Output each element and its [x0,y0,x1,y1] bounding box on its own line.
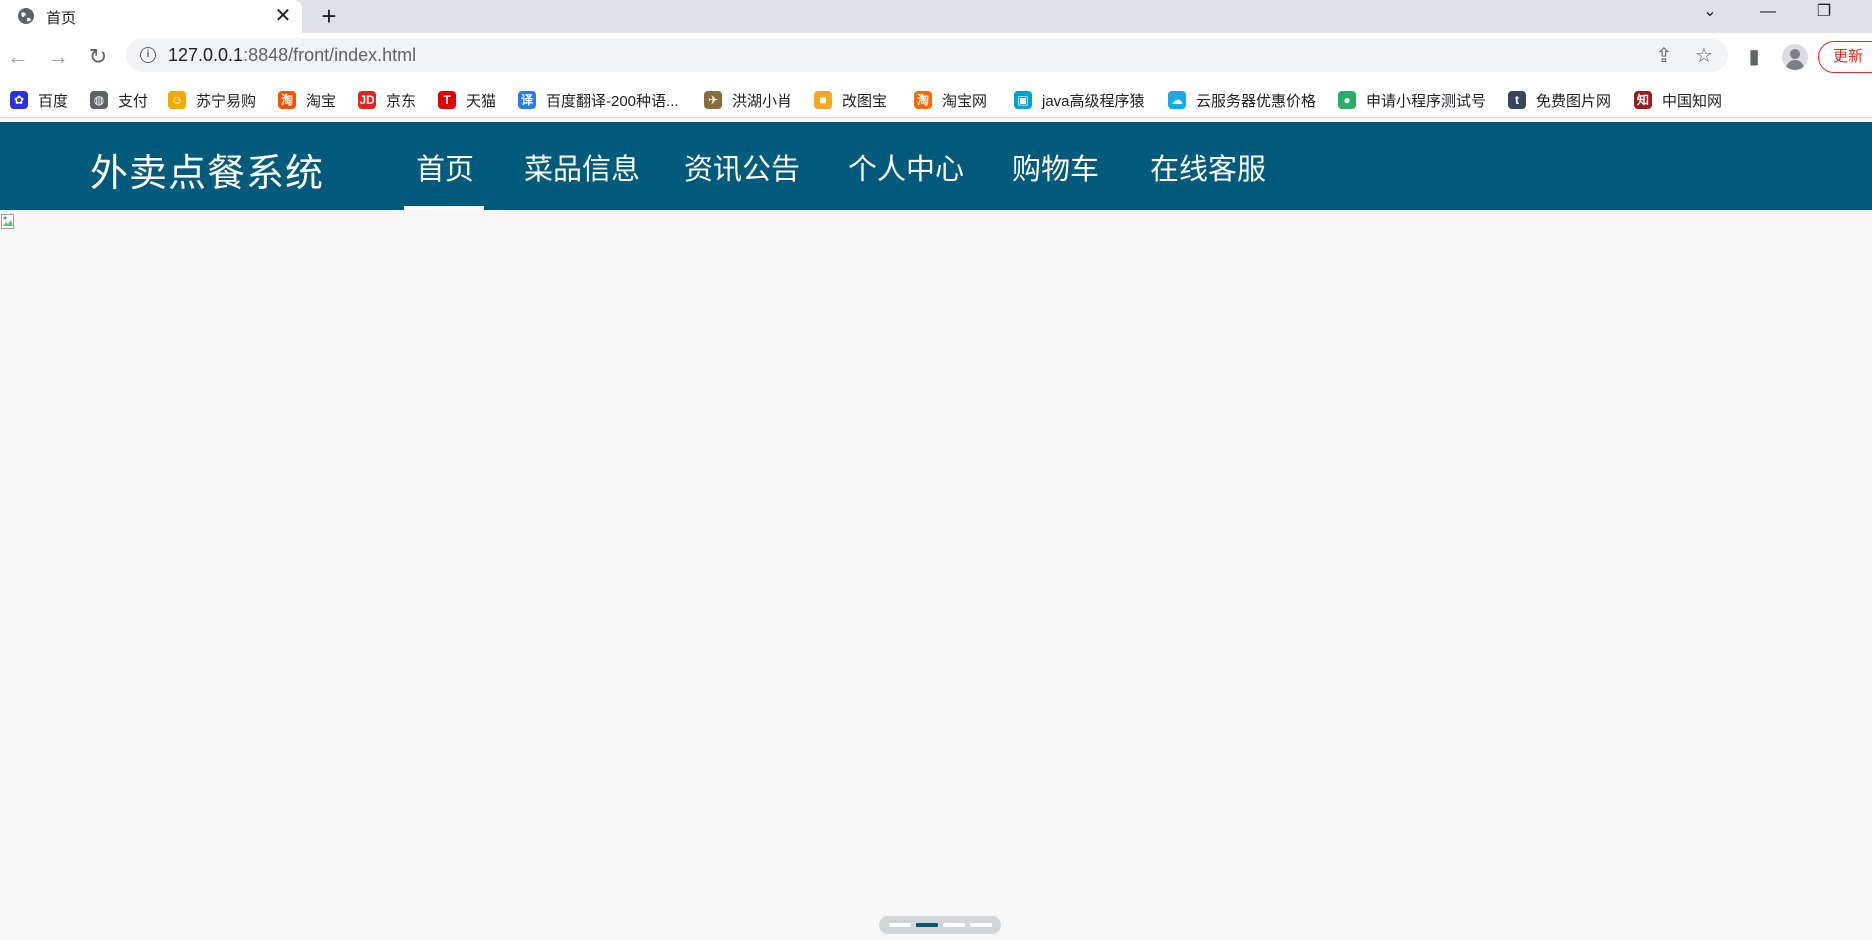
bookmark-item[interactable]: 知中国知网 [1634,89,1722,111]
minimize-icon[interactable]: — [1748,0,1788,26]
bilibili-icon: ▣ [1014,91,1032,109]
nav-item-profile[interactable]: 个人中心 [848,146,964,188]
tmall-icon: T [438,91,456,109]
site-title: 外卖点餐系统 [90,153,325,195]
nav-active-indicator [404,206,484,210]
tab-search-icon[interactable]: ⌄ [1690,0,1730,26]
translate-icon: 译 [518,91,536,109]
carousel-dot[interactable] [888,923,911,927]
cloud-icon: ☁ [1168,91,1186,109]
side-panel-icon[interactable]: ▮ [1740,43,1768,71]
taobao-icon: 淘 [278,91,296,109]
bookmark-label: 支付 [118,92,149,110]
bookmark-label: 淘宝 [306,92,337,110]
broken-image-icon [1,214,14,229]
bookmark-label: 京东 [386,92,417,110]
carousel-dot[interactable] [942,923,965,927]
bookmark-label: 苏宁易购 [196,92,257,110]
globe-icon: ◍ [90,91,108,109]
bookmark-item[interactable]: ◍ 支付 [90,89,148,111]
carousel-dot[interactable] [915,923,938,927]
site-info-icon[interactable]: i [140,47,156,63]
bookmark-item[interactable]: t 免费图片网 [1508,89,1611,111]
new-tab-button[interactable]: + [316,3,342,29]
taobao-net-icon: 淘 [914,91,932,109]
bookmarks-bar: ✿ 百度 ◍ 支付 ☺ 苏宁易购淘淘宝 JD 京东 T 天猫译百度翻译-200种语... ✈ 洪湖小肖… [0,83,1872,118]
bookmark-label: 百度翻译-200种语... [546,92,679,110]
bookmark-label: java高级程序猿 [1042,92,1145,110]
share-icon[interactable]: ⇪ [1652,44,1676,68]
reload-icon[interactable]: ↻ [84,43,112,71]
nav-item-home[interactable]: 首页 [416,146,474,188]
baidu-icon: ✿ [10,91,28,109]
globe-icon [18,8,34,24]
bookmark-item[interactable]: ▣ java高级程序猿 [1014,89,1145,111]
browser-toolbar: ← → ↻ i 127.0.0.1:8848/front/index.html … [0,33,1872,83]
bookmark-label: 淘宝网 [942,92,988,110]
bookmark-label: 洪湖小肖 [732,92,793,110]
close-tab-icon[interactable]: ✕ [272,5,294,27]
url-path: :8848/front/index.html [243,45,417,65]
wechat-icon: ● [1338,91,1356,109]
carousel-dot[interactable] [969,923,992,927]
restore-icon[interactable]: ❐ [1804,0,1844,26]
bookmark-label: 百度 [38,92,69,110]
gaitubao-icon: ■ [814,91,832,109]
bookmark-label: 中国知网 [1662,92,1723,110]
tab-title: 首页 [46,10,77,27]
update-button[interactable]: 更新 [1818,41,1872,73]
bookmark-label: 申请小程序测试号 [1366,92,1487,110]
browser-tabstrip: 首页 ✕ + ⌄ — ❐ [0,0,1872,33]
page-body: 外卖点餐系统 首页 菜品信息 资讯公告 个人中心 购物车 在线客服 [0,118,1872,940]
bookmark-item[interactable]: 译百度翻译-200种语... [518,89,679,111]
bird-icon: ✈ [704,91,722,109]
suning-icon: ☺ [168,91,186,109]
bookmark-item[interactable]: 淘淘宝网 [914,89,987,111]
bookmark-item[interactable]: ● 申请小程序测试号 [1338,89,1486,111]
back-icon[interactable]: ← [4,43,32,71]
bookmark-item[interactable]: ☺ 苏宁易购 [168,89,256,111]
bookmark-item[interactable]: ■ 改图宝 [814,89,887,111]
tumblr-icon: t [1508,91,1526,109]
bookmark-item[interactable]: 淘淘宝 [278,89,336,111]
bookmark-label: 天猫 [466,92,497,110]
forward-icon[interactable]: → [44,43,72,71]
url-text[interactable]: 127.0.0.1:8848/front/index.html [168,45,416,66]
nav-item-dishes[interactable]: 菜品信息 [524,146,640,188]
bookmark-item[interactable]: ✿ 百度 [10,89,68,111]
bookmark-item[interactable]: T 天猫 [438,89,496,111]
nav-item-cart[interactable]: 购物车 [1012,146,1099,188]
site-header: 外卖点餐系统 首页 菜品信息 资讯公告 个人中心 购物车 在线客服 [0,122,1872,210]
bookmark-item[interactable]: JD 京东 [358,89,416,111]
bookmark-item[interactable]: ✈ 洪湖小肖 [704,89,792,111]
bookmark-item[interactable]: ☁ 云服务器优惠价格 [1168,89,1316,111]
bookmark-label: 改图宝 [842,92,888,110]
address-bar[interactable]: i 127.0.0.1:8848/front/index.html ⇪ ☆ [126,38,1728,72]
bookmark-label: 免费图片网 [1536,92,1612,110]
bookmark-label: 云服务器优惠价格 [1196,92,1317,110]
bookmark-star-icon[interactable]: ☆ [1692,44,1716,68]
profile-avatar[interactable] [1782,44,1808,70]
carousel-indicator [879,916,1001,934]
jd-icon: JD [358,91,376,109]
browser-tab[interactable]: 首页 ✕ [0,0,302,33]
nav-item-customer-service[interactable]: 在线客服 [1150,146,1266,188]
nav-item-announcements[interactable]: 资讯公告 [684,146,800,188]
url-host: 127.0.0.1 [168,45,244,65]
cnki-icon: 知 [1634,91,1652,109]
